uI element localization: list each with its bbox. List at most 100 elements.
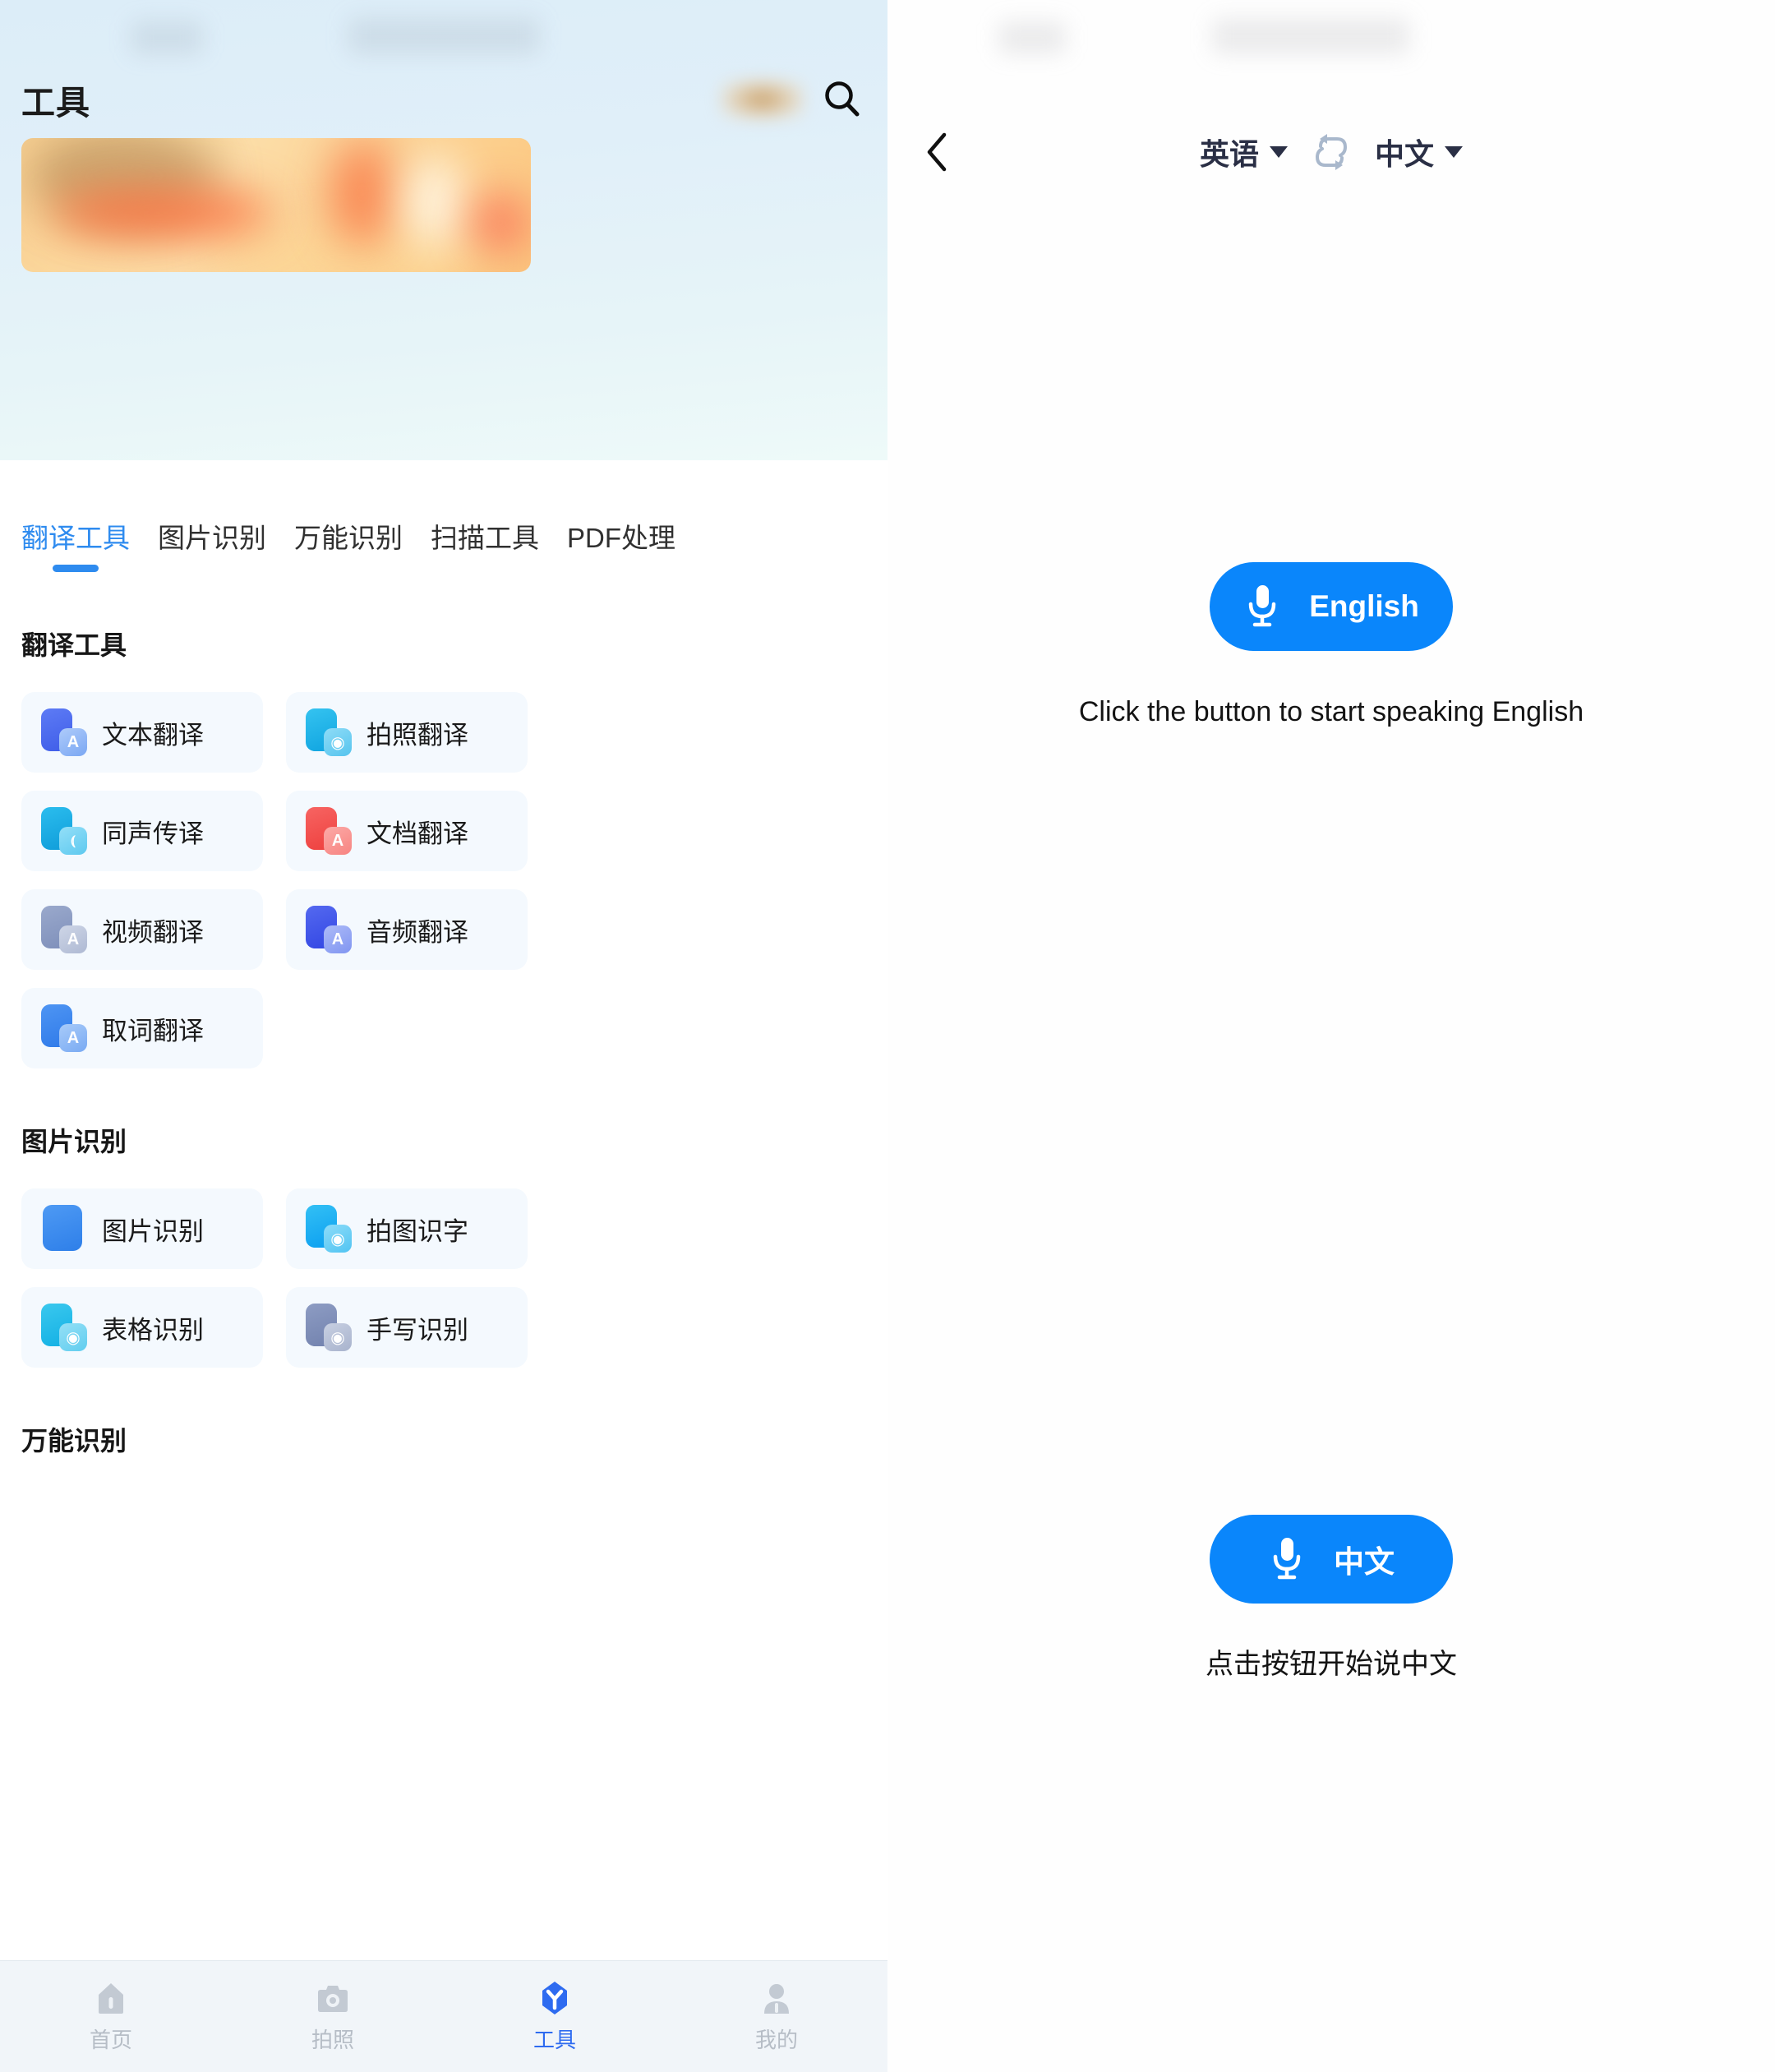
- nav-item-camera[interactable]: 拍照: [222, 1961, 444, 2072]
- tool-label: 拍照翻译: [367, 720, 468, 750]
- english-mic-button[interactable]: English: [1210, 562, 1453, 651]
- tool-card-simultaneous-interpret[interactable]: ⦅ 同声传译: [21, 791, 263, 871]
- banner-blob: [406, 156, 463, 247]
- document-translate-icon: A: [304, 807, 352, 855]
- chinese-mic-button[interactable]: 中文: [1210, 1515, 1453, 1604]
- swap-languages-icon[interactable]: [1309, 132, 1353, 173]
- tab-translate-tools[interactable]: 翻译工具: [21, 516, 130, 572]
- word-lookup-translate-icon: A: [39, 1004, 87, 1052]
- chinese-mic-label: 中文: [1334, 1545, 1395, 1579]
- status-bar-left-blurred: [998, 21, 1066, 54]
- nav-item-profile[interactable]: 我的: [666, 1961, 888, 2072]
- tool-label: 取词翻译: [102, 1016, 204, 1045]
- tab-image-recognition[interactable]: 图片识别: [158, 516, 266, 556]
- section-heading-image-recognition: 图片识别: [21, 1127, 127, 1156]
- nav-label: 首页: [89, 2028, 132, 2052]
- tools-header: 工具: [0, 64, 888, 134]
- tool-card-handwriting-recognition[interactable]: ◉ 手写识别: [286, 1287, 528, 1368]
- tool-card-table-recognition[interactable]: ◉ 表格识别: [21, 1287, 263, 1368]
- tool-card-image-recognition[interactable]: 图片识别: [21, 1188, 263, 1269]
- section-heading-translate-tools: 翻译工具: [21, 630, 127, 660]
- tool-card-audio-translate[interactable]: A 音频翻译: [286, 889, 528, 970]
- microphone-icon: [1273, 1538, 1301, 1580]
- chinese-speak-block: 中文 点击按钮开始说中文: [888, 1515, 1775, 1681]
- tool-label: 图片识别: [102, 1216, 204, 1246]
- tool-label: 文档翻译: [367, 819, 468, 848]
- nav-item-home[interactable]: 首页: [0, 1961, 222, 2072]
- tools-screen: 工具 翻译工具 图片识别 万能识别 扫描工具 PDF处理 翻译工具 A 文本翻译…: [0, 0, 888, 2072]
- english-mic-label: English: [1309, 589, 1419, 623]
- target-language-label: 中文: [1375, 137, 1435, 171]
- tool-label: 文本翻译: [102, 720, 204, 750]
- table-recognition-icon: ◉: [39, 1304, 87, 1351]
- nav-label: 工具: [532, 2028, 576, 2052]
- banner-blob: [51, 187, 273, 238]
- english-speak-hint: Click the button to start speaking Engli…: [1078, 696, 1584, 727]
- chevron-down-icon: [1270, 146, 1288, 158]
- source-language-selector[interactable]: 英语: [1200, 131, 1288, 173]
- source-language-label: 英语: [1199, 137, 1259, 171]
- chinese-speak-hint: 点击按钮开始说中文: [1206, 1649, 1457, 1680]
- status-bar: [888, 0, 1775, 82]
- tool-label: 拍图识字: [367, 1216, 468, 1246]
- bottom-navigation-bar[interactable]: 首页 拍照 工具 我的: [0, 1960, 888, 2072]
- tools-content: 翻译工具 A 文本翻译 ◉ 拍照翻译 ⦅ 同声传译 A 文档翻译 A 视频翻译 …: [0, 625, 888, 1458]
- tab-pdf-tools[interactable]: PDF处理: [567, 516, 675, 556]
- promo-banner[interactable]: [21, 138, 531, 272]
- category-tab-bar[interactable]: 翻译工具 图片识别 万能识别 扫描工具 PDF处理: [0, 516, 888, 588]
- photo-ocr-icon: ◉: [304, 1205, 352, 1253]
- tool-card-photo-ocr[interactable]: ◉ 拍图识字: [286, 1188, 528, 1269]
- section-heading-universal-recognition: 万能识别: [21, 1426, 127, 1456]
- tab-label: 图片识别: [158, 523, 266, 553]
- home-icon: [99, 1983, 123, 2014]
- profile-icon: [764, 1984, 789, 2014]
- chevron-down-icon: [1445, 146, 1464, 158]
- tool-grid-translate: A 文本翻译 ◉ 拍照翻译 ⦅ 同声传译 A 文档翻译 A 视频翻译 A 音频翻…: [21, 692, 888, 1068]
- tool-card-video-translate[interactable]: A 视频翻译: [21, 889, 263, 970]
- dual-screenshot-container: 工具 翻译工具 图片识别 万能识别 扫描工具 PDF处理 翻译工具 A 文本翻译…: [0, 0, 1775, 2072]
- target-language-selector[interactable]: 中文: [1375, 131, 1464, 173]
- tool-label: 表格识别: [102, 1315, 204, 1345]
- simultaneous-interpret-icon: ⦅: [39, 807, 87, 855]
- tool-grid-image-recognition: 图片识别 ◉ 拍图识字 ◉ 表格识别 ◉ 手写识别: [21, 1188, 888, 1368]
- tools-icon: [542, 1982, 567, 2014]
- nav-label: 拍照: [311, 2028, 354, 2052]
- video-translate-icon: A: [39, 906, 87, 953]
- banner-blob: [472, 194, 529, 252]
- image-recognition-icon: [39, 1205, 87, 1253]
- status-bar-left-blurred: [131, 21, 202, 54]
- language-selector-row: 英语 中文: [888, 131, 1775, 173]
- tool-card-document-translate[interactable]: A 文档翻译: [286, 791, 528, 871]
- tool-label: 手写识别: [367, 1315, 468, 1345]
- banner-blob: [330, 140, 395, 247]
- handwriting-recognition-icon: ◉: [304, 1304, 352, 1351]
- page-title: 工具: [21, 83, 90, 122]
- voice-translate-header: 英语 中文: [888, 115, 1775, 189]
- microphone-icon: [1248, 585, 1276, 627]
- status-bar-right-blurred: [348, 18, 539, 54]
- audio-translate-icon: A: [304, 906, 352, 953]
- tool-label: 音频翻译: [367, 917, 468, 947]
- tool-card-text-translate[interactable]: A 文本翻译: [21, 692, 263, 773]
- tool-label: 视频翻译: [102, 917, 204, 947]
- tool-card-photo-translate[interactable]: ◉ 拍照翻译: [286, 692, 528, 773]
- header-actions: [719, 77, 864, 122]
- tool-label: 同声传译: [102, 819, 204, 848]
- tab-scan-tools[interactable]: 扫描工具: [431, 516, 539, 556]
- search-icon[interactable]: [820, 77, 864, 122]
- voice-translate-screen: 英语 中文 English Click the button to start …: [888, 0, 1775, 2072]
- tab-label: 翻译工具: [21, 523, 130, 553]
- nav-label: 我的: [754, 2028, 798, 2052]
- tab-label: PDF处理: [567, 523, 675, 553]
- photo-translate-icon: ◉: [304, 708, 352, 756]
- tab-universal-recognition[interactable]: 万能识别: [294, 516, 403, 556]
- header-blurred-badge: [719, 77, 805, 121]
- status-bar-right-blurred: [1212, 18, 1409, 54]
- english-speak-block: English Click the button to start speaki…: [888, 562, 1775, 728]
- nav-item-tools[interactable]: 工具: [444, 1961, 666, 2072]
- tool-card-word-lookup-translate[interactable]: A 取词翻译: [21, 988, 263, 1068]
- tab-label: 扫描工具: [431, 523, 539, 553]
- tab-label: 万能识别: [294, 523, 403, 553]
